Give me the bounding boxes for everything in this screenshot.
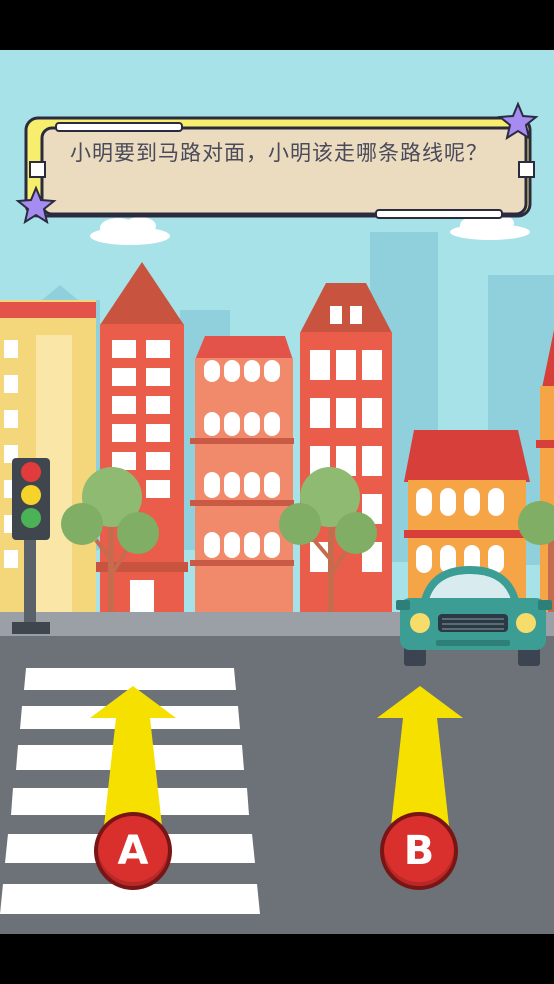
building-salmon <box>190 336 294 615</box>
choice-b-button[interactable]: B <box>380 812 458 890</box>
question-text: 小明要到马路对面，小明该走哪条路线呢？ <box>70 141 488 165</box>
red-light <box>21 462 41 482</box>
game-screen: 小明要到马路对面，小明该走哪条路线呢？ A B <box>0 0 554 984</box>
building-red-middle <box>300 283 392 615</box>
green-light <box>21 508 41 528</box>
yellow-light <box>21 485 41 505</box>
choice-a-button[interactable]: A <box>94 812 172 890</box>
building-yellow-left <box>0 300 96 615</box>
